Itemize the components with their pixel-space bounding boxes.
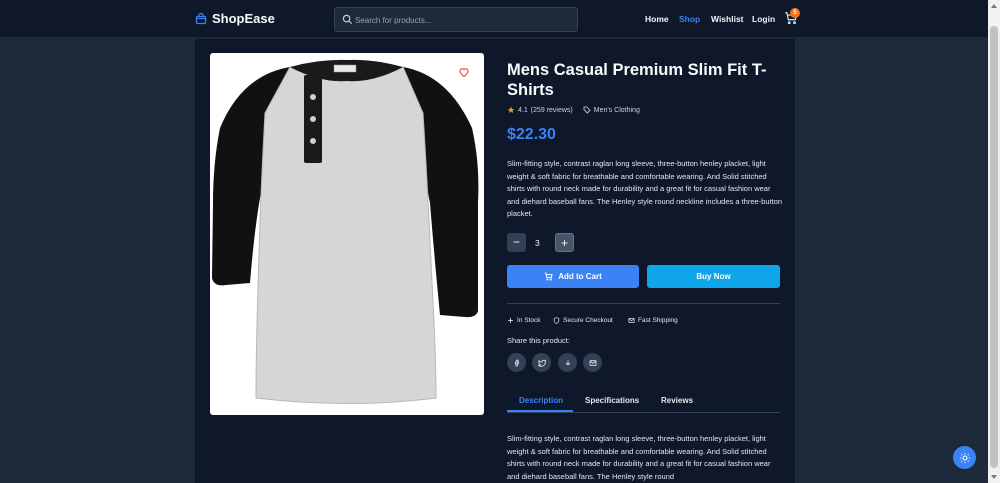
search-bar[interactable]	[334, 7, 578, 32]
feature-secure-checkout-label: Secure Checkout	[563, 317, 613, 324]
feature-in-stock: In Stock	[507, 317, 540, 324]
section-divider	[507, 303, 780, 304]
share-email-button[interactable]	[583, 353, 602, 372]
facebook-icon	[514, 359, 519, 366]
star-icon	[507, 106, 515, 113]
plus-icon	[508, 318, 513, 323]
nav-wishlist[interactable]: Wishlist	[711, 14, 744, 24]
category-label: Men's Clothing	[593, 106, 640, 114]
tab-description[interactable]: Description	[519, 396, 563, 405]
nav-home[interactable]: Home	[645, 14, 669, 24]
twitter-icon	[537, 359, 546, 367]
add-to-cart-button[interactable]: Add to Cart	[507, 265, 639, 288]
buy-now-button[interactable]: Buy Now	[647, 265, 780, 288]
feature-in-stock-label: In Stock	[517, 317, 541, 324]
product-image	[210, 53, 484, 415]
brand-name: ShopEase	[212, 11, 275, 26]
page-scrollbar[interactable]	[988, 0, 1000, 483]
feature-secure-checkout: Secure Checkout	[553, 317, 613, 324]
quantity-decrement-button[interactable]: −	[507, 233, 526, 252]
download-icon	[565, 359, 570, 366]
search-input[interactable]	[355, 11, 570, 29]
henley-shirt-image	[212, 59, 479, 404]
mail-icon	[628, 318, 635, 323]
add-to-cart-label: Add to Cart	[558, 272, 602, 281]
tag-icon	[583, 106, 591, 114]
scroll-down-arrow[interactable]	[991, 475, 997, 479]
product-meta: 4.1 (259 reviews) Men's Clothing	[507, 106, 640, 114]
brand-logo[interactable]: ShopEase	[195, 11, 275, 26]
scroll-up-arrow[interactable]	[991, 4, 997, 8]
share-facebook-button[interactable]	[507, 353, 526, 372]
review-count: (259 reviews)	[530, 106, 573, 114]
tabs-divider	[507, 412, 780, 413]
cart-count-badge: 5	[790, 8, 800, 18]
quantity-value: 3	[535, 238, 540, 248]
shield-icon	[553, 317, 560, 324]
nav-shop[interactable]: Shop	[679, 14, 700, 24]
product-price: $22.30	[507, 126, 556, 143]
feature-fast-shipping: Fast Shipping	[628, 317, 678, 324]
scroll-thumb[interactable]	[990, 26, 998, 468]
product-description: Slim-fitting style, contrast raglan long…	[507, 159, 783, 218]
sun-icon	[959, 452, 970, 463]
tab-specifications[interactable]: Specifications	[585, 396, 639, 405]
product-title: Mens Casual Premium Slim Fit T-Shirts	[507, 61, 767, 99]
search-icon	[342, 14, 353, 25]
active-tab-indicator	[507, 410, 573, 412]
share-twitter-button[interactable]	[532, 353, 551, 372]
tab-reviews[interactable]: Reviews	[661, 396, 693, 405]
quantity-increment-button[interactable]: +	[555, 233, 574, 252]
feature-fast-shipping-label: Fast Shipping	[638, 317, 678, 324]
shopping-bag-icon	[195, 12, 207, 24]
theme-toggle-button[interactable]	[953, 446, 976, 469]
buy-now-label: Buy Now	[696, 272, 731, 281]
share-label: Share this product:	[507, 336, 570, 345]
rating-value: 4.1	[518, 106, 528, 114]
cart-icon	[544, 272, 553, 281]
wishlist-heart-icon[interactable]	[458, 66, 470, 78]
share-download-button[interactable]	[558, 353, 577, 372]
nav-login[interactable]: Login	[752, 14, 775, 24]
description-tab-content: Slim-fitting style, contrast raglan long…	[507, 434, 771, 481]
mail-icon	[589, 359, 596, 366]
